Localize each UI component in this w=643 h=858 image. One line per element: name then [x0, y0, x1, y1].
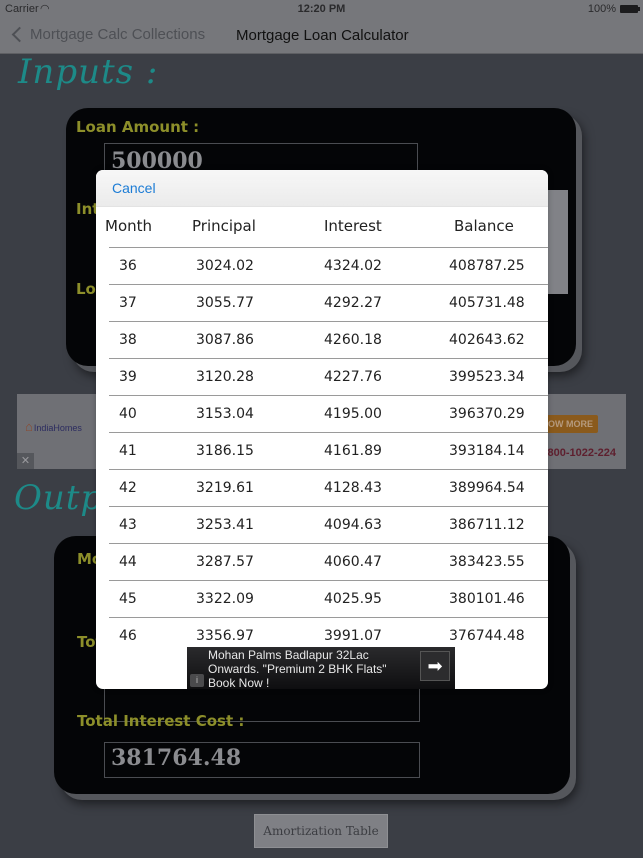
interest-cell: 4324.02 [324, 258, 382, 274]
modal-ad-line-3: Book Now ! [208, 676, 270, 689]
chevron-left-icon [11, 26, 28, 43]
principal-cell: 3153.04 [196, 406, 254, 422]
column-header-principal: Principal [192, 217, 256, 235]
house-icon: ⌂ [25, 419, 33, 434]
page-title-text: Mortgage Loan Calculator [236, 27, 409, 44]
loan-term-label: Lo [76, 280, 96, 298]
amortization-modal: Cancel Month Principal Interest Balance … [96, 170, 548, 689]
interest-cell: 4161.89 [324, 443, 382, 459]
table-row: 38 3087.86 4260.18 402643.62 [109, 321, 548, 358]
interest-cell: 4260.18 [324, 332, 382, 348]
table-row: 44 3287.57 4060.47 383423.55 [109, 543, 548, 580]
month-cell: 38 [119, 332, 137, 348]
month-cell: 43 [119, 517, 137, 533]
column-header-interest: Interest [324, 217, 382, 235]
principal-cell: 3287.57 [196, 554, 254, 570]
principal-cell: 3253.41 [196, 517, 254, 533]
month-cell: 37 [119, 295, 137, 311]
balance-cell: 383423.55 [449, 554, 525, 570]
month-cell: 40 [119, 406, 137, 422]
balance-cell: 380101.46 [449, 591, 525, 607]
principal-cell: 3024.02 [196, 258, 254, 274]
interest-cell: 3991.07 [324, 628, 382, 644]
table-row: 36 3024.02 4324.02 408787.25 [109, 247, 548, 284]
principal-cell: 3219.61 [196, 480, 254, 496]
ad-brand: IndiaHomes [33, 423, 82, 433]
modal-header: Cancel [96, 170, 548, 207]
month-cell: 46 [119, 628, 137, 644]
modal-ad-line-2: Onwards. "Premium 2 BHK Flats" [208, 662, 387, 676]
battery-percent: 100% [587, 3, 616, 15]
modal-ad-line-1: Mohan Palms Badlapur 32Lac [208, 648, 369, 662]
column-header-balance: Balance [454, 217, 514, 235]
modal-ad-banner[interactable]: Mohan Palms Badlapur 32Lac Onwards. "Pre… [187, 647, 455, 689]
table-row: 42 3219.61 4128.43 389964.54 [109, 469, 548, 506]
interest-cell: 4227.76 [324, 369, 382, 385]
interest-cell: 4128.43 [324, 480, 382, 496]
interest-cell: 4195.00 [324, 406, 382, 422]
column-header-month: Month [105, 217, 153, 235]
balance-cell: 376744.48 [449, 628, 525, 644]
balance-cell: 389964.54 [449, 480, 525, 496]
outputs-heading: Outp [14, 478, 104, 518]
table-row: 40 3153.04 4195.00 396370.29 [109, 395, 548, 432]
arrow-right-icon[interactable]: ➡ [420, 651, 450, 681]
month-cell: 45 [119, 591, 137, 607]
balance-cell: 405731.48 [449, 295, 525, 311]
table-row: 39 3120.28 4227.76 399523.34 [109, 358, 548, 395]
balance-cell: 386711.12 [449, 517, 525, 533]
back-button-label: Mortgage Calc Collections [30, 26, 206, 43]
status-bar: Carrier ◠ 12:20 PM 100% [0, 0, 643, 18]
amortization-table[interactable]: 36 3024.02 4324.02 408787.25 37 3055.77 4292.2… [109, 247, 548, 654]
interest-cell: 4292.27 [324, 295, 382, 311]
interest-cell: 4094.63 [324, 517, 382, 533]
balance-cell: 396370.29 [449, 406, 525, 422]
table-row: 41 3186.15 4161.89 393184.14 [109, 432, 548, 469]
principal-cell: 3322.09 [196, 591, 254, 607]
ad-info-icon[interactable]: i [190, 674, 204, 687]
total-interest-label: Total Interest Cost : [77, 712, 245, 730]
interest-cell: 4060.47 [324, 554, 382, 570]
table-row: 45 3322.09 4025.95 380101.46 [109, 580, 548, 617]
back-button[interactable]: Mortgage Calc Collections [10, 26, 205, 43]
principal-cell: 3120.28 [196, 369, 254, 385]
modal-ad-text: Mohan Palms Badlapur 32Lac Onwards. "Pre… [208, 648, 387, 689]
table-row: 37 3055.77 4292.27 405731.48 [109, 284, 548, 321]
amortization-table-button[interactable]: Amortization Table [254, 814, 388, 848]
principal-cell: 3087.86 [196, 332, 254, 348]
inputs-heading: Inputs : [18, 52, 159, 92]
balance-cell: 393184.14 [449, 443, 525, 459]
principal-cell: 3055.77 [196, 295, 254, 311]
balance-cell: 399523.34 [449, 369, 525, 385]
loan-amount-label: Loan Amount : [76, 118, 200, 136]
cancel-button[interactable]: Cancel [112, 180, 156, 196]
balance-cell: 408787.25 [449, 258, 525, 274]
month-cell: 39 [119, 369, 137, 385]
ad-phone: 1800-1022-224 [541, 447, 616, 459]
balance-cell: 402643.62 [449, 332, 525, 348]
navigation-bar: Mortgage Calc Collections Mortgage Loan … [0, 18, 643, 54]
close-icon[interactable]: ✕ [17, 453, 34, 469]
battery-icon [620, 5, 640, 13]
principal-cell: 3186.15 [196, 443, 254, 459]
clock: 12:20 PM [297, 3, 346, 15]
ad-logo: ⌂IndiaHomes [25, 419, 82, 434]
interest-cell: 4025.95 [324, 591, 382, 607]
month-cell: 42 [119, 480, 137, 496]
principal-cell: 3356.97 [196, 628, 254, 644]
month-cell: 41 [119, 443, 137, 459]
month-cell: 36 [119, 258, 137, 274]
month-cell: 44 [119, 554, 137, 570]
table-row: 43 3253.41 4094.63 386711.12 [109, 506, 548, 543]
total-interest-output: 381764.48 [104, 742, 420, 778]
